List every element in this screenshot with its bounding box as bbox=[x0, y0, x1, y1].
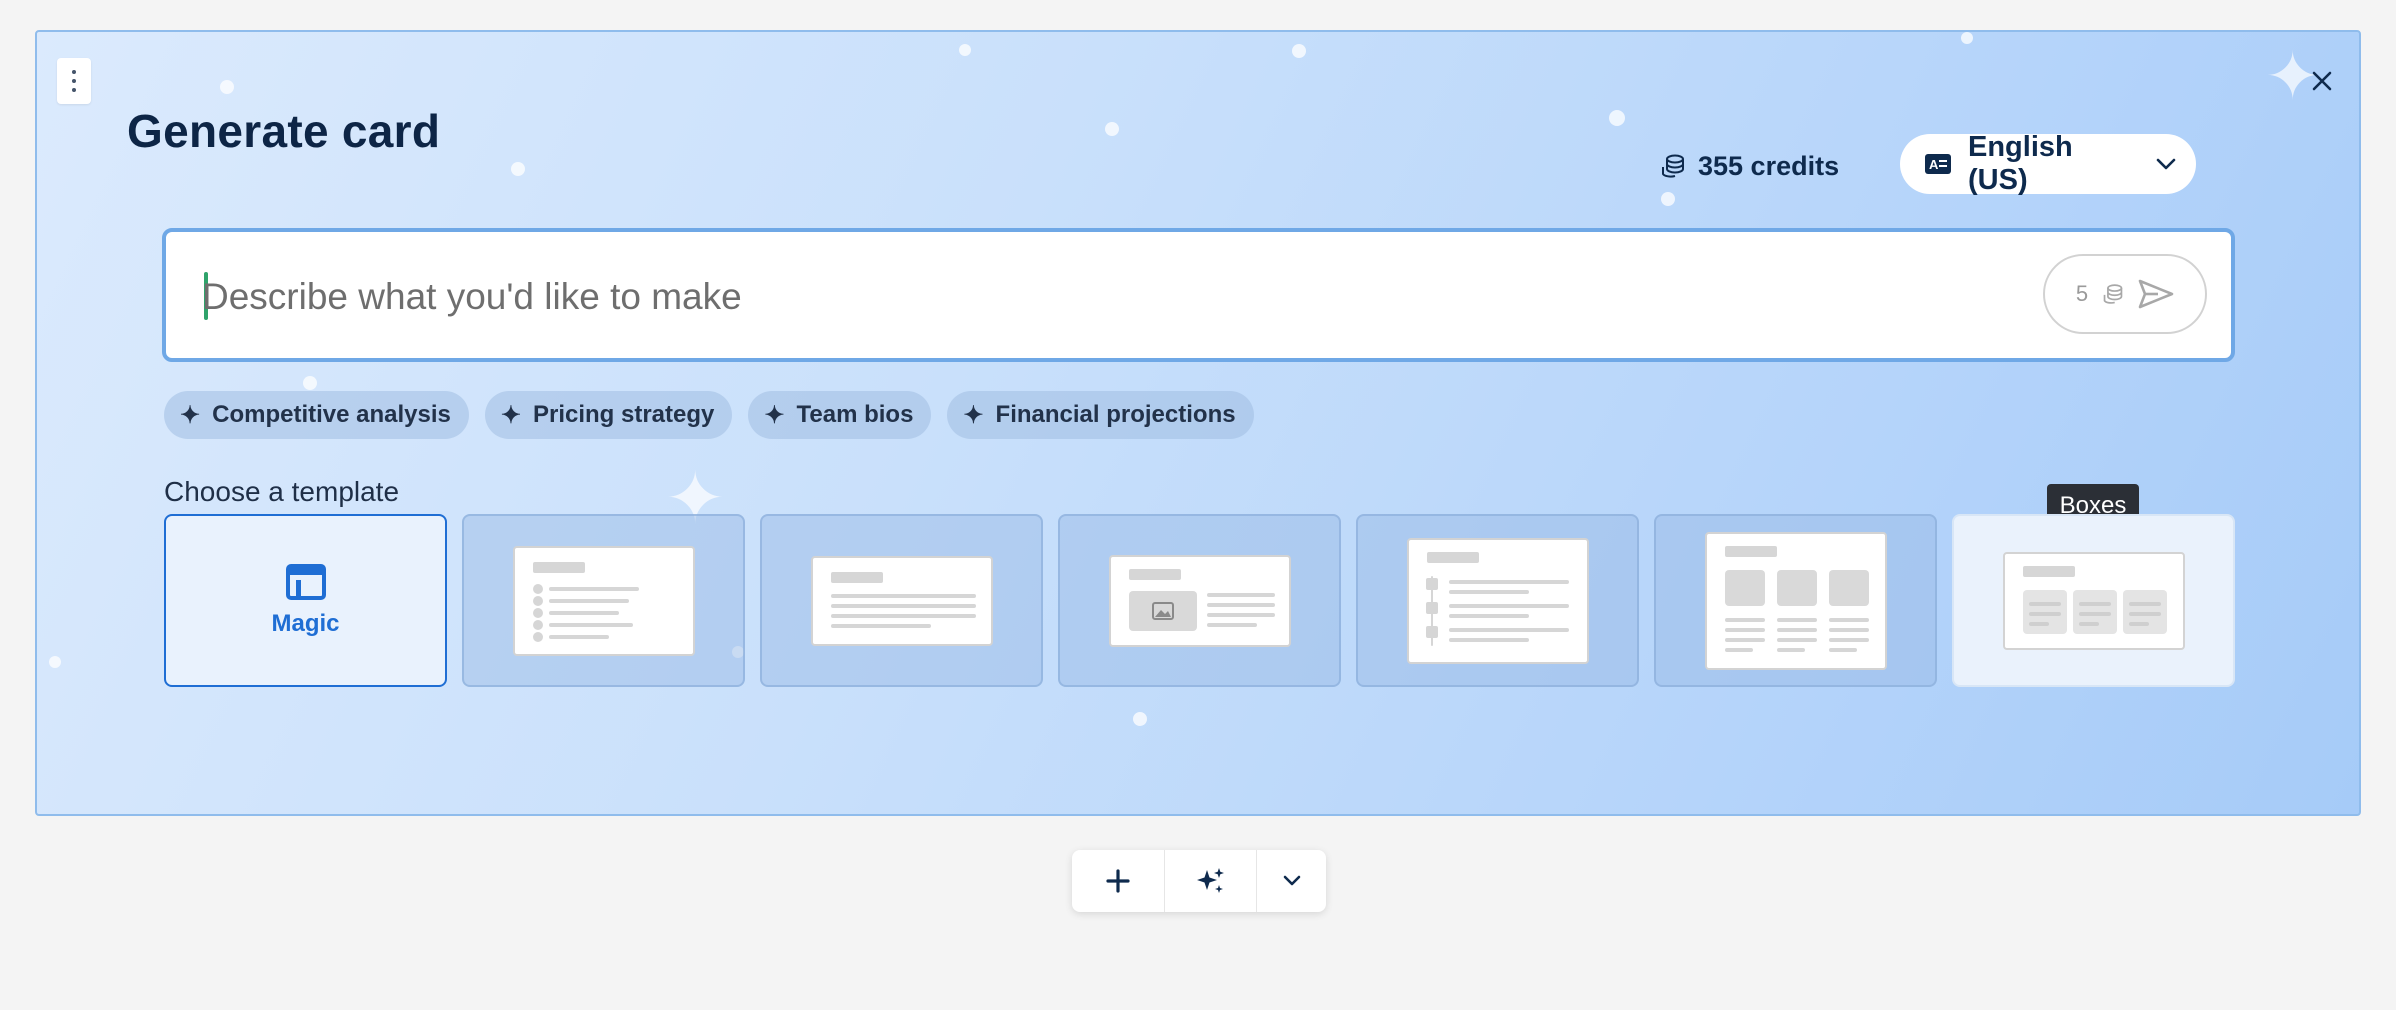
prompt-input[interactable]: Describe what you'd like to make 5 bbox=[162, 228, 2235, 362]
coins-icon bbox=[1662, 154, 1684, 178]
template-boxes[interactable] bbox=[1952, 514, 2235, 687]
template-magic-label: Magic bbox=[271, 609, 340, 637]
template-bullets[interactable] bbox=[462, 514, 745, 687]
sparkle-icon: ✦ bbox=[963, 401, 984, 429]
close-icon bbox=[2312, 71, 2332, 91]
image-placeholder-icon bbox=[1776, 569, 1817, 606]
template-preview bbox=[1704, 531, 1887, 670]
chevron-down-icon bbox=[2156, 158, 2176, 170]
dialog-title: Generate card bbox=[127, 105, 441, 157]
template-timeline[interactable] bbox=[1356, 514, 1639, 687]
template-preview bbox=[1108, 554, 1291, 647]
template-heading: Choose a template bbox=[164, 476, 400, 507]
sparkle-icon: ✦ bbox=[764, 401, 785, 429]
suggestion-chip[interactable]: ✦ Financial projections bbox=[947, 391, 1254, 439]
credits-display: 355 credits bbox=[1660, 146, 1839, 186]
chevron-down-icon bbox=[1283, 875, 1300, 886]
sparkles-icon bbox=[1197, 868, 1225, 893]
template-image-columns[interactable] bbox=[1654, 514, 1937, 687]
suggestion-chip[interactable]: ✦ Competitive analysis bbox=[164, 391, 469, 439]
suggestion-chips: ✦ Competitive analysis ✦ Pricing strateg… bbox=[164, 391, 1254, 439]
generate-cost: 5 bbox=[2075, 281, 2089, 306]
ai-generate-button[interactable] bbox=[1165, 850, 1258, 912]
sparkle-icon: ✦ bbox=[500, 401, 521, 429]
suggestion-chip[interactable]: ✦ Team bios bbox=[748, 391, 932, 439]
sparkle-icon: ✦ bbox=[180, 401, 201, 429]
language-label: English (US) bbox=[1968, 131, 2073, 196]
layout-icon bbox=[285, 563, 326, 600]
image-placeholder-icon bbox=[1724, 569, 1765, 606]
bottom-toolbar bbox=[1072, 850, 1326, 912]
close-button[interactable] bbox=[2303, 62, 2341, 100]
template-preview bbox=[512, 545, 695, 656]
language-icon: A bbox=[1925, 154, 1951, 174]
more-add-options-button[interactable] bbox=[1257, 850, 1326, 912]
image-placeholder-icon bbox=[1828, 569, 1869, 606]
svg-text:A: A bbox=[1929, 157, 1939, 172]
template-preview bbox=[1406, 537, 1589, 664]
template-magic[interactable]: Magic bbox=[164, 514, 447, 687]
prompt-placeholder: Describe what you'd like to make bbox=[202, 276, 742, 317]
coins-icon bbox=[2103, 284, 2123, 304]
template-text[interactable] bbox=[760, 514, 1043, 687]
send-icon bbox=[2138, 279, 2174, 309]
suggestion-chip[interactable]: ✦ Pricing strategy bbox=[484, 391, 733, 439]
plus-icon bbox=[1106, 869, 1130, 893]
language-select[interactable]: A English (US) bbox=[1900, 131, 2196, 196]
add-card-button[interactable] bbox=[1072, 850, 1165, 912]
more-options-button[interactable] bbox=[57, 58, 91, 104]
image-placeholder-icon bbox=[1128, 590, 1197, 631]
template-preview bbox=[2002, 551, 2185, 650]
generate-button[interactable]: 5 bbox=[2043, 254, 2207, 334]
template-image-text[interactable] bbox=[1058, 514, 1341, 687]
template-preview bbox=[810, 555, 993, 646]
credits-label: 355 credits bbox=[1698, 150, 1840, 181]
